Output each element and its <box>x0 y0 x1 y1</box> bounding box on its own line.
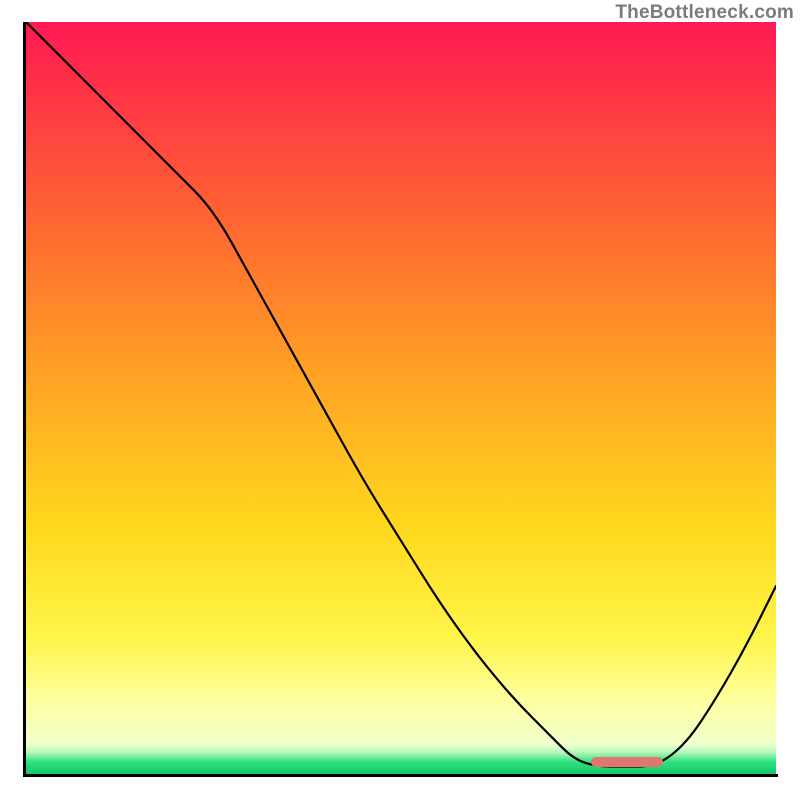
curve-layer <box>26 22 776 774</box>
chart-container: TheBottleneck.com <box>0 0 800 800</box>
plot-area <box>26 22 776 774</box>
bottleneck-curve <box>26 22 776 767</box>
x-axis <box>23 774 778 777</box>
watermark-label: TheBottleneck.com <box>615 2 794 24</box>
optimal-range-marker <box>591 757 663 767</box>
